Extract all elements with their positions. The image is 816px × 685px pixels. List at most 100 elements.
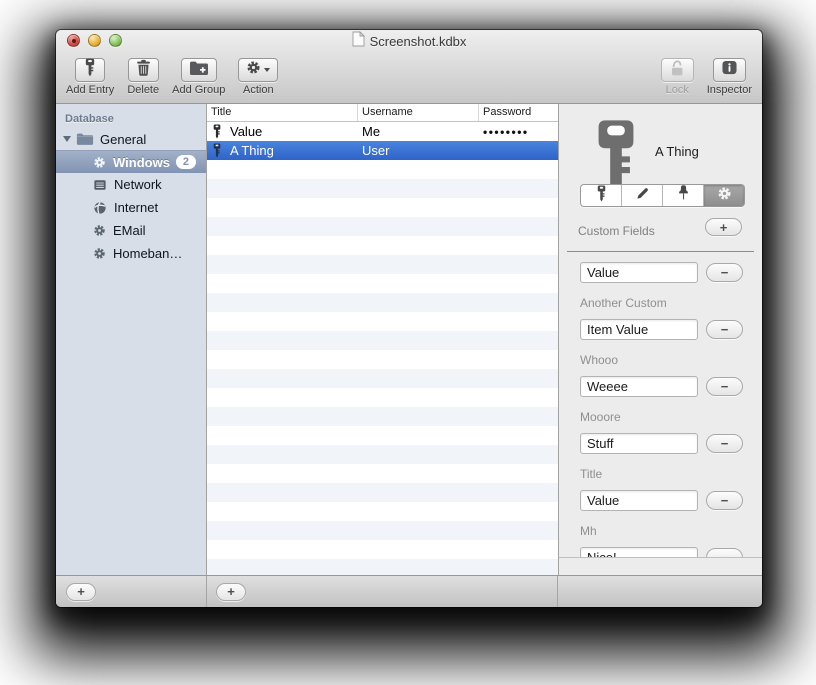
custom-field-label: Mh bbox=[580, 524, 597, 538]
inspector-footer bbox=[558, 576, 762, 607]
document-icon bbox=[352, 30, 365, 52]
remove-field-button[interactable]: − bbox=[706, 377, 743, 396]
tab-attachments[interactable] bbox=[662, 185, 703, 206]
folder-icon bbox=[76, 132, 94, 146]
sidebar-group-label: General bbox=[100, 131, 147, 147]
toolbar-item-action: Action bbox=[238, 58, 279, 96]
inspector-button[interactable] bbox=[712, 58, 746, 82]
sidebar-item-internet[interactable]: Internet bbox=[56, 196, 206, 219]
gear-icon bbox=[93, 156, 106, 169]
entry-title: Value bbox=[230, 124, 263, 139]
plus-icon: + bbox=[227, 584, 235, 599]
delete-button[interactable] bbox=[127, 58, 159, 82]
add-entry-button[interactable] bbox=[75, 58, 106, 82]
table-row-selected[interactable]: A Thing User bbox=[207, 141, 558, 160]
custom-field-value-input[interactable] bbox=[580, 262, 698, 283]
minimize-button[interactable] bbox=[88, 34, 101, 47]
inspector-panel: A Thing Custom Fields + Value − Another … bbox=[558, 104, 762, 575]
trash-icon bbox=[136, 59, 151, 81]
custom-field-value-input[interactable] bbox=[580, 376, 698, 397]
tab-custom-fields[interactable] bbox=[703, 185, 744, 206]
tab-notes[interactable] bbox=[621, 185, 662, 206]
chevron-down-icon bbox=[264, 68, 271, 72]
inspector-label: Inspector bbox=[706, 84, 752, 96]
custom-field-group: Title − bbox=[580, 467, 762, 511]
custom-field-group: − bbox=[580, 262, 762, 283]
remove-field-button[interactable]: − bbox=[706, 320, 743, 339]
custom-fields-scroll-area[interactable]: − Another Custom − Whooo bbox=[559, 252, 762, 558]
entry-table: Title Username Password Value Me •••••••… bbox=[207, 104, 558, 575]
minus-icon: − bbox=[720, 379, 729, 394]
inspector-entry-title: A Thing bbox=[655, 144, 699, 159]
sidebar-item-email[interactable]: EMail bbox=[56, 219, 206, 242]
custom-field-value-input[interactable] bbox=[580, 547, 698, 557]
sidebar-section-header: Database bbox=[65, 113, 114, 125]
sidebar-item-label: Network bbox=[114, 177, 162, 192]
key-icon bbox=[597, 185, 606, 206]
plus-icon: + bbox=[719, 219, 728, 235]
sidebar-item-label: Windows bbox=[113, 154, 170, 170]
entry-count-badge: 2 bbox=[175, 155, 196, 169]
gear-icon bbox=[246, 60, 261, 80]
lock-button[interactable] bbox=[660, 58, 694, 82]
network-icon bbox=[93, 178, 107, 192]
screenshot-canvas: Screenshot.kdbx Add Entry Delete Add Gro… bbox=[0, 0, 816, 685]
toolbar-right-group: Lock Inspector bbox=[660, 58, 752, 96]
custom-fields-section-title: Custom Fields bbox=[578, 224, 655, 238]
sidebar-item-homebanking[interactable]: Homeban… bbox=[56, 242, 206, 265]
toolbar-item-delete: Delete bbox=[127, 58, 159, 96]
entry-password-masked: •••••••• bbox=[483, 124, 529, 139]
info-icon bbox=[721, 60, 738, 80]
inspector-tab-bar bbox=[580, 184, 745, 207]
remove-field-button[interactable]: − bbox=[706, 434, 743, 453]
add-group-footer-button[interactable]: + bbox=[66, 582, 96, 601]
entry-password-masked bbox=[479, 141, 558, 160]
add-entry-footer-button[interactable]: + bbox=[216, 582, 246, 601]
remove-field-button[interactable]: − bbox=[706, 548, 743, 557]
close-button[interactable] bbox=[67, 34, 80, 47]
window-title-group: Screenshot.kdbx bbox=[352, 30, 467, 52]
column-header-password[interactable]: Password bbox=[479, 104, 558, 121]
titlebar[interactable]: Screenshot.kdbx bbox=[56, 30, 762, 52]
window-title: Screenshot.kdbx bbox=[369, 33, 467, 49]
add-entry-label: Add Entry bbox=[66, 84, 115, 96]
gear-icon bbox=[93, 224, 106, 237]
app-window: Screenshot.kdbx Add Entry Delete Add Gro… bbox=[56, 30, 762, 607]
toolbar-item-inspector: Inspector bbox=[707, 58, 752, 96]
traffic-lights bbox=[67, 34, 122, 47]
zoom-button[interactable] bbox=[109, 34, 122, 47]
column-header-username[interactable]: Username bbox=[358, 104, 479, 121]
add-group-button[interactable] bbox=[180, 58, 217, 82]
sidebar-item-windows[interactable]: Windows 2 bbox=[56, 150, 206, 173]
table-footer: + bbox=[207, 576, 558, 607]
gear-icon bbox=[717, 186, 732, 206]
folder-plus-icon bbox=[189, 60, 209, 81]
disclosure-triangle-icon[interactable] bbox=[63, 136, 71, 142]
entry-title: A Thing bbox=[230, 143, 274, 158]
sidebar-item-label: EMail bbox=[113, 223, 146, 238]
remove-field-button[interactable]: − bbox=[706, 263, 743, 282]
table-row[interactable]: Value Me •••••••• bbox=[207, 122, 558, 141]
sidebar-group-general[interactable]: General bbox=[56, 128, 206, 150]
entry-username: User bbox=[362, 143, 390, 158]
window-chrome: Screenshot.kdbx Add Entry Delete Add Gro… bbox=[56, 30, 762, 104]
pencil-icon bbox=[635, 186, 650, 206]
action-label: Action bbox=[243, 84, 274, 96]
sidebar-footer: + bbox=[56, 576, 207, 607]
tab-general[interactable] bbox=[581, 185, 621, 206]
custom-field-value-input[interactable] bbox=[580, 319, 698, 340]
custom-field-value-input[interactable] bbox=[580, 490, 698, 511]
toolbar-item-add-group: Add Group bbox=[172, 58, 225, 96]
custom-field-value-input[interactable] bbox=[580, 433, 698, 454]
column-header-title[interactable]: Title bbox=[207, 104, 358, 121]
custom-field-group: Mh − bbox=[580, 524, 762, 557]
gear-icon bbox=[93, 247, 106, 260]
minus-icon: − bbox=[720, 436, 729, 451]
sidebar-item-label: Internet bbox=[114, 200, 159, 215]
remove-field-button[interactable]: − bbox=[706, 491, 743, 510]
bottom-bar: + + bbox=[56, 575, 762, 607]
sidebar-item-network[interactable]: Network bbox=[56, 173, 206, 196]
action-button[interactable] bbox=[238, 58, 279, 82]
key-icon bbox=[213, 143, 221, 158]
add-custom-field-button[interactable]: + bbox=[705, 218, 742, 236]
